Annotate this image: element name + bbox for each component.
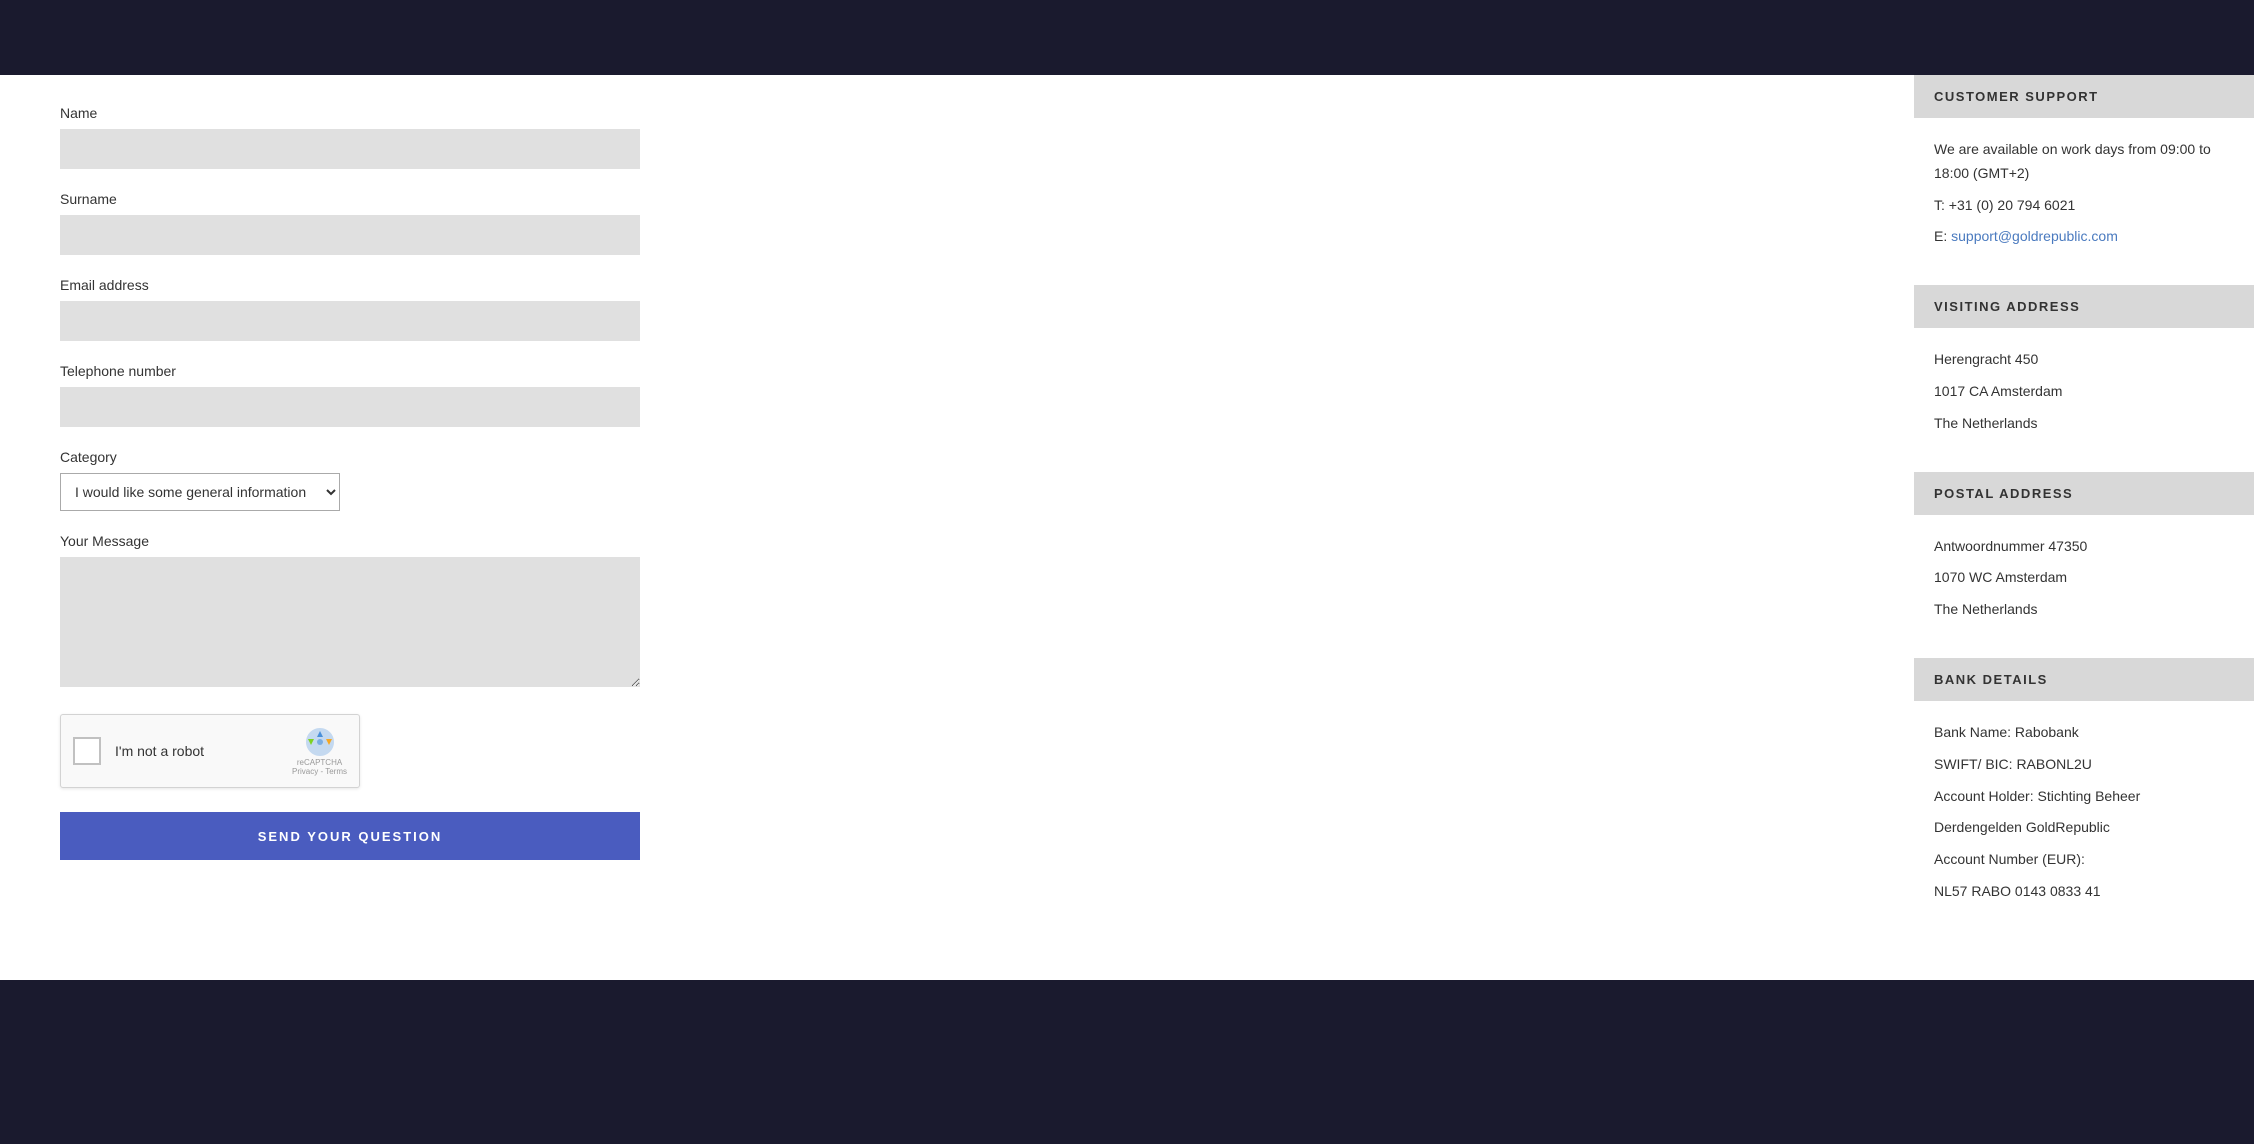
surname-label: Surname [60,191,1854,207]
email-input[interactable] [60,301,640,341]
visiting-line1: Herengracht 450 [1934,348,2234,372]
message-field-group: Your Message [60,533,1854,692]
postal-address-body: Antwoordnummer 47350 1070 WC Amsterdam T… [1914,515,2254,658]
visiting-address-header: VISITING ADDRESS [1914,285,2254,328]
submit-button[interactable]: SEND YOUR QUESTION [60,812,640,860]
phone-line: T: +31 (0) 20 794 6021 [1934,194,2234,218]
form-section: Name Surname Email address Telephone num… [0,75,1914,980]
account-number-label: Account Number (EUR): [1934,848,2234,872]
bank-details-body: Bank Name: Rabobank SWIFT/ BIC: RABONL2U… [1914,701,2254,940]
recaptcha-label: I'm not a robot [115,743,292,759]
bank-details-header: BANK DETAILS [1914,658,2254,701]
message-label: Your Message [60,533,1854,549]
email-line: E: support@goldrepublic.com [1934,225,2234,249]
name-input[interactable] [60,129,640,169]
recaptcha-checkbox[interactable] [73,737,101,765]
category-label: Category [60,449,1854,465]
recaptcha-icon [304,726,336,758]
telephone-field-group: Telephone number [60,363,1854,427]
account-holder: Account Holder: Stichting Beheer [1934,785,2234,809]
name-field-group: Name [60,105,1854,169]
top-bar [0,0,2254,75]
availability-text: We are available on work days from 09:00… [1934,138,2234,186]
recaptcha-privacy-links[interactable]: Privacy - Terms [292,767,347,776]
page-wrapper: Name Surname Email address Telephone num… [0,75,2254,980]
visiting-address-body: Herengracht 450 1017 CA Amsterdam The Ne… [1914,328,2254,471]
visiting-line2: 1017 CA Amsterdam [1934,380,2234,404]
sidebar: CUSTOMER SUPPORT We are available on wor… [1914,75,2254,980]
telephone-input[interactable] [60,387,640,427]
bank-details-section: BANK DETAILS Bank Name: Rabobank SWIFT/ … [1914,658,2254,940]
recaptcha-brand: reCAPTCHA [292,758,347,767]
surname-input[interactable] [60,215,640,255]
postal-address-header: POSTAL ADDRESS [1914,472,2254,515]
postal-address-section: POSTAL ADDRESS Antwoordnummer 47350 1070… [1914,472,2254,658]
customer-support-header: CUSTOMER SUPPORT [1914,75,2254,118]
telephone-label: Telephone number [60,363,1854,379]
phone-number: +31 (0) 20 794 6021 [1949,197,2076,213]
recaptcha-logo: reCAPTCHA Privacy - Terms [292,726,347,776]
email-field-group: Email address [60,277,1854,341]
category-select[interactable]: I would like some general information I … [60,473,340,511]
account-number: NL57 RABO 0143 0833 41 [1934,880,2234,904]
category-field-group: Category I would like some general infor… [60,449,1854,511]
swift-bic: SWIFT/ BIC: RABONL2U [1934,753,2234,777]
visiting-address-section: VISITING ADDRESS Herengracht 450 1017 CA… [1914,285,2254,471]
postal-line3: The Netherlands [1934,598,2234,622]
customer-support-body: We are available on work days from 09:00… [1914,118,2254,285]
phone-label: T: [1934,197,1949,213]
customer-support-section: CUSTOMER SUPPORT We are available on wor… [1914,75,2254,285]
visiting-line3: The Netherlands [1934,412,2234,436]
bank-name: Bank Name: Rabobank [1934,721,2234,745]
surname-field-group: Surname [60,191,1854,255]
name-label: Name [60,105,1854,121]
postal-line2: 1070 WC Amsterdam [1934,566,2234,590]
recaptcha-widget[interactable]: I'm not a robot reCAPTCHA Privacy - Term… [60,714,360,788]
postal-line1: Antwoordnummer 47350 [1934,535,2234,559]
email-label: Email address [60,277,1854,293]
email-label-text: E: [1934,228,1951,244]
support-email-link[interactable]: support@goldrepublic.com [1951,228,2118,244]
recaptcha-subtext: reCAPTCHA Privacy - Terms [292,758,347,776]
company-name: Derdengelden GoldRepublic [1934,816,2234,840]
message-textarea[interactable] [60,557,640,687]
